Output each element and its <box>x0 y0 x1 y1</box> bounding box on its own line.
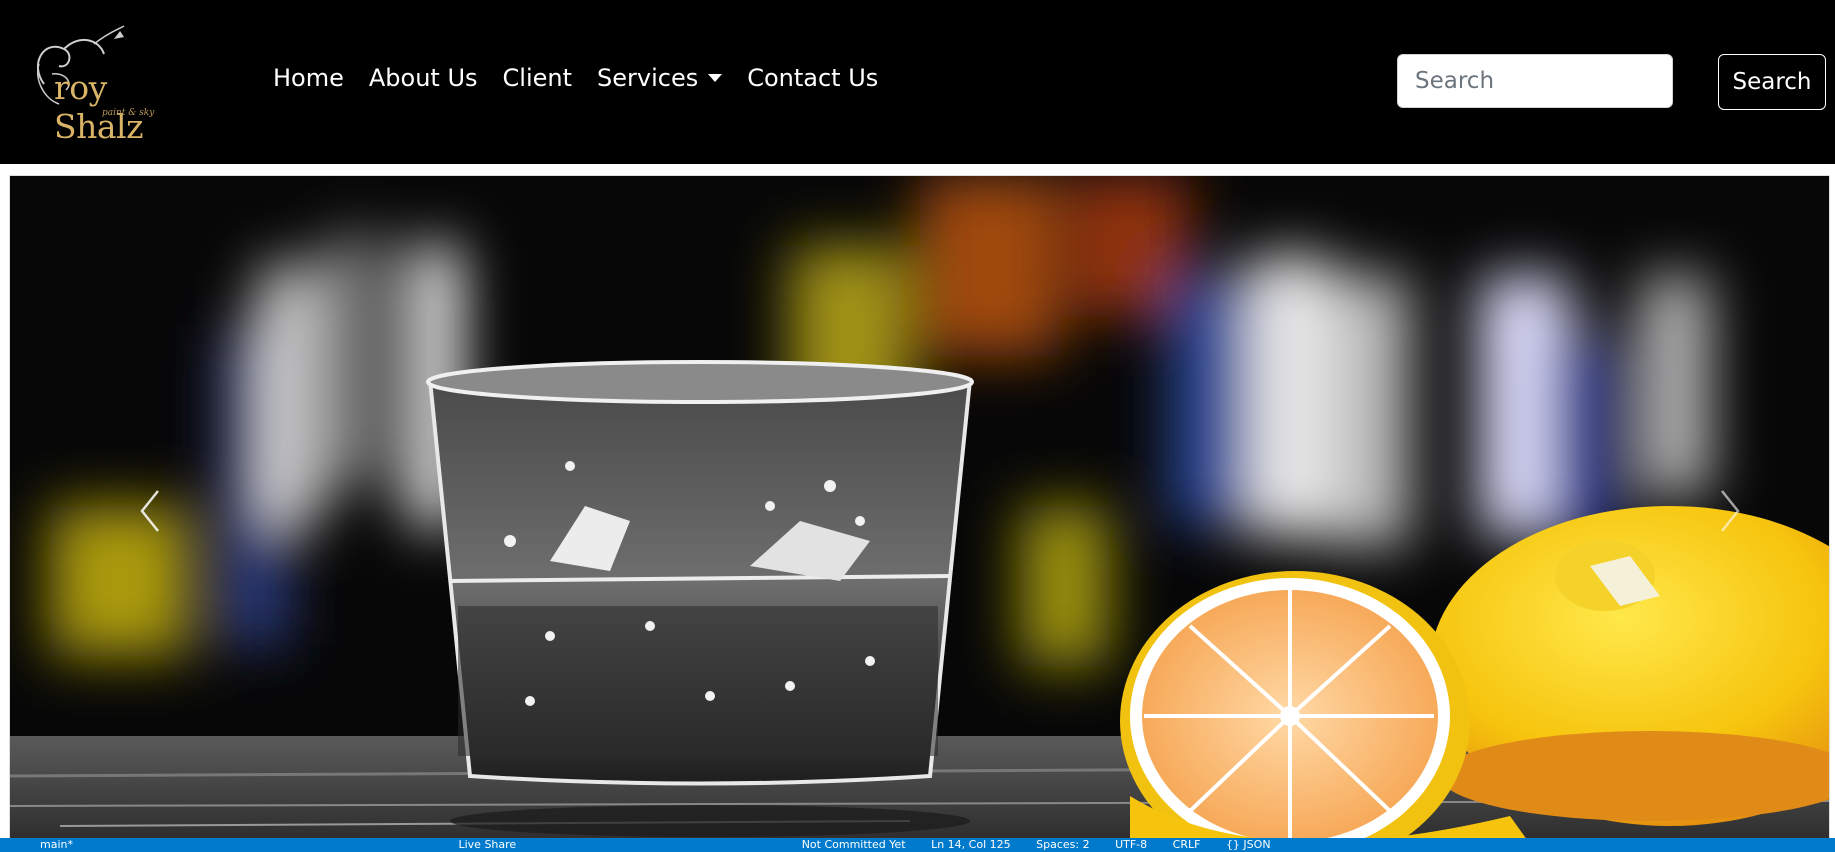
chevron-right-icon <box>1721 489 1740 532</box>
brand-logo[interactable]: roy Shalz paint & sky <box>24 24 196 146</box>
main-nav: Home About Us Client Services Contact Us <box>273 64 903 92</box>
navbar: roy Shalz paint & sky Home About Us Clie… <box>0 0 1835 164</box>
status-language[interactable]: {} JSON <box>1226 838 1271 851</box>
status-live-share[interactable]: Live Share <box>458 838 516 851</box>
hero-carousel <box>9 175 1830 846</box>
editor-status-bar: main* Live Share Not Committed Yet Ln 14… <box>0 838 1835 852</box>
brand-name: roy Shalz <box>54 68 143 146</box>
status-indentation[interactable]: Spaces: 2 <box>1036 838 1089 851</box>
nav-home[interactable]: Home <box>273 64 344 92</box>
status-cursor-position[interactable]: Ln 14, Col 125 <box>931 838 1011 851</box>
status-branch[interactable]: main* <box>40 838 73 851</box>
status-line-ending[interactable]: CRLF <box>1173 838 1201 851</box>
brand-tagline: paint & sky <box>102 108 155 118</box>
search-input[interactable] <box>1397 54 1673 108</box>
nav-client[interactable]: Client <box>503 64 572 92</box>
nav-about-us[interactable]: About Us <box>369 64 478 92</box>
chevron-left-icon <box>140 489 159 532</box>
status-git-blame[interactable]: Not Committed Yet <box>802 838 906 851</box>
carousel-prev-button[interactable] <box>50 176 250 845</box>
search-button[interactable]: Search <box>1718 54 1826 110</box>
carousel-slide-image <box>10 176 1829 845</box>
caret-down-icon <box>708 74 723 82</box>
carousel-next-button[interactable] <box>1630 176 1829 845</box>
nav-contact-us[interactable]: Contact Us <box>747 64 878 92</box>
status-encoding[interactable]: UTF-8 <box>1115 838 1147 851</box>
nav-services-dropdown[interactable]: Services <box>597 64 723 92</box>
nav-services-label: Services <box>597 64 699 92</box>
